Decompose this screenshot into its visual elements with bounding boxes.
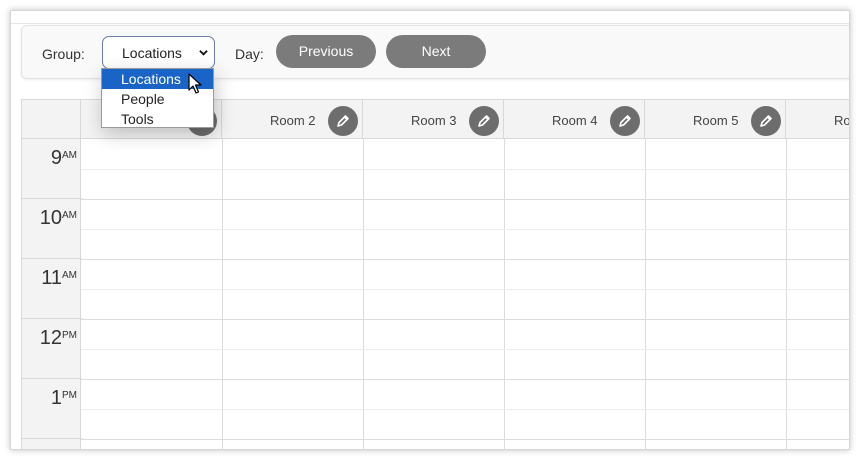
hour-number: 11: [41, 267, 62, 289]
dropdown-option-tools[interactable]: Tools: [102, 109, 213, 129]
hour-number: 12: [39, 327, 62, 349]
column-header-label: Room 5: [693, 113, 739, 128]
hour-ampm: AM: [62, 150, 77, 161]
grid-divider: [81, 379, 849, 380]
hour-ampm: PM: [62, 330, 77, 341]
edit-column-button[interactable]: [751, 106, 781, 136]
column-header-label: Room 4: [552, 113, 598, 128]
day-label: Day:: [235, 46, 264, 62]
chevron-down-icon: [199, 50, 208, 56]
hour-ampm: PM: [62, 390, 77, 401]
column-header-label: Room 2: [270, 113, 316, 128]
grid-divider: [504, 139, 505, 449]
grid-divider: [222, 139, 223, 449]
pencil-icon: [760, 115, 772, 127]
column-header-room-5: Room 5: [645, 99, 786, 139]
grid-divider: [81, 229, 849, 230]
grid-divider: [81, 349, 849, 350]
grid-divider: [81, 169, 849, 170]
hour-slot: 10 AM: [22, 199, 82, 259]
column-header-room-2: Room 2: [222, 99, 363, 139]
grid-divider: [786, 139, 787, 449]
column-header-label: Ro: [834, 113, 850, 128]
mouse-cursor-icon: [188, 73, 202, 94]
column-header-room-4: Room 4: [504, 99, 645, 139]
group-select-value: Locations: [122, 45, 182, 61]
edit-column-button[interactable]: [328, 106, 358, 136]
pencil-icon: [619, 115, 631, 127]
calendar-corner: [21, 99, 81, 139]
hour-slot: 1 PM: [22, 379, 82, 439]
grid-divider: [645, 139, 646, 449]
group-select[interactable]: Locations: [102, 36, 215, 69]
schedule-grid[interactable]: [81, 139, 849, 449]
hour-number: 10: [39, 207, 62, 229]
hour-ampm: AM: [62, 210, 77, 221]
edit-column-button[interactable]: [610, 106, 640, 136]
grid-divider: [81, 199, 849, 200]
pencil-icon: [337, 115, 349, 127]
calendar: Room 2 Room 3 Room 4 Room 5 Ro 9 AM 10 A…: [21, 99, 850, 449]
hour-number: 9: [50, 147, 62, 169]
hour-number: 1: [50, 387, 62, 409]
grid-divider: [81, 259, 849, 260]
top-divider: [11, 23, 849, 24]
grid-divider: [81, 319, 849, 320]
grid-divider: [81, 439, 849, 440]
hour-ampm: AM: [62, 270, 77, 281]
hour-slot: 11 AM: [22, 259, 82, 319]
pencil-icon: [478, 115, 490, 127]
column-header-room-6: Ro: [786, 99, 850, 139]
hour-slot: 9 AM: [22, 139, 82, 199]
hour-slot: 12 PM: [22, 319, 82, 379]
previous-button[interactable]: Previous: [276, 35, 376, 68]
column-header-label: Room 3: [411, 113, 457, 128]
time-column: 9 AM 10 AM 11 AM 12 PM 1 PM: [21, 139, 82, 449]
group-label: Group:: [42, 46, 85, 62]
grid-divider: [81, 409, 849, 410]
column-header-room-3: Room 3: [363, 99, 504, 139]
grid-divider: [363, 139, 364, 449]
edit-column-button[interactable]: [469, 106, 499, 136]
grid-divider: [81, 289, 849, 290]
next-button[interactable]: Next: [386, 35, 486, 68]
